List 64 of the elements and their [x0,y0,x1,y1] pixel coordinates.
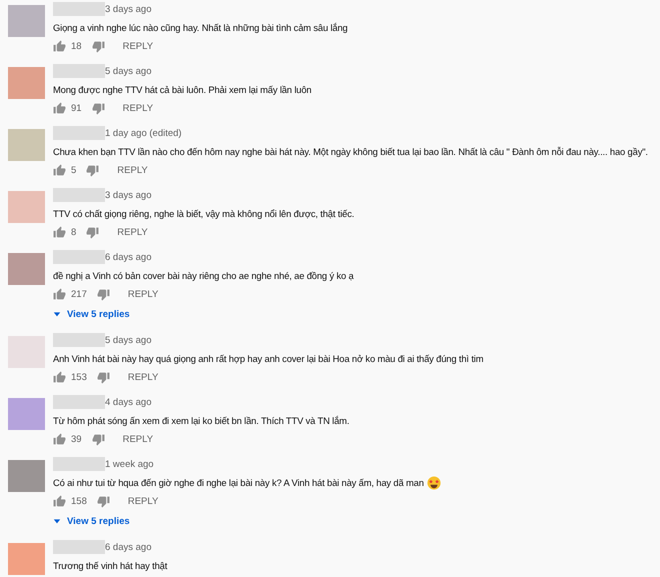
thumbs-down-icon[interactable] [92,102,105,114]
comment-text: Trương thế vinh hát hay thật [53,559,168,573]
comment-time[interactable]: 1 week ago [105,458,154,470]
thumbs-down-icon[interactable] [96,370,110,384]
reply-button[interactable]: REPLY [118,432,158,446]
reply-button[interactable]: REPLY [124,370,162,384]
blurred-name [53,126,105,140]
comment-time[interactable]: 6 days ago [105,542,152,552]
blurred-name [53,2,105,16]
reply-button[interactable]: REPLY [124,288,162,300]
comment-text: Chưa khen bạn TTV lần nào cho đến hôm nay nghe bài hát này. Một ngày không biết tua lại bao lần. Nhất là câu " Đành ôm nỗi đau này.... hao gầy". [53,145,648,159]
star-eyes-emoji-icon [426,476,441,490]
comment-time[interactable]: 3 days ago [105,190,152,200]
thumbs-up-icon[interactable] [53,40,66,52]
comment-time[interactable]: 4 days ago [105,396,152,408]
thumbs-up-icon[interactable] [53,432,66,446]
reply-button[interactable]: REPLY [113,226,152,238]
thumbs-down-icon[interactable] [86,164,100,176]
view-replies-button[interactable]: View 5 replies [53,514,441,528]
comment-text: Anh Vinh hát bài này hay quá giọng anh rất hợp hay anh cover lại bài Hoa nở ko màu đi ai thấy đúng thì tim [53,352,484,366]
thumbs-down-icon[interactable] [96,494,110,508]
blurred-name [53,540,105,554]
like-count: 217 [71,288,87,300]
reply-button[interactable]: REPLY [124,494,162,508]
comment-text: Giọng a vinh nghe lúc nào cũng hay. Nhất là những bài tình cảm sâu lắng [53,21,348,35]
reply-button[interactable]: REPLY [118,102,158,114]
comment-text: Mong được nghe TTV hát cả bài luôn. Phải xem lại mấy lần luôn [53,83,312,97]
comment-time[interactable]: 5 days ago [105,334,152,346]
thumbs-up-icon[interactable] [53,164,66,176]
like-count: 91 [71,102,82,114]
comment-time[interactable]: 6 days ago [105,252,152,262]
comment-time[interactable]: 3 days ago [105,4,152,14]
like-count: 5 [71,164,76,176]
blurred-name [53,333,105,347]
thumbs-down-icon[interactable] [92,432,105,446]
comment-text: Có ai như tui từ hqua đến giờ nghe đi nghe lại bài này k? A Vinh hát bài này ấm, hay dã man [53,476,424,490]
thumbs-up-icon[interactable] [53,288,66,300]
blurred-name [53,188,105,202]
blurred-name [53,64,105,78]
thumbs-up-icon[interactable] [53,102,66,114]
caret-icon [53,517,61,525]
blurred-name [53,457,105,471]
comment-time[interactable]: 5 days ago [105,66,152,76]
like-count: 18 [71,40,82,52]
view-replies-button[interactable]: View 5 replies [53,307,354,321]
like-count: 39 [71,434,82,444]
comment-text: TTV có chất giọng riêng, nghe là biết, vậy mà không nổi lên được, thật tiếc. [53,207,354,221]
thumbs-up-icon[interactable] [53,226,66,238]
thumbs-up-icon[interactable] [53,370,66,384]
comment-text: đề nghị a Vinh có bản cover bài này riêng cho ae nghe nhé, ae đồng ý ko ạ [53,269,354,283]
thumbs-down-icon[interactable] [86,226,100,238]
like-count: 158 [71,496,87,506]
blurred-name [53,250,105,264]
comment-time[interactable]: 1 day ago (edited) [105,128,182,138]
thumbs-down-icon[interactable] [96,288,110,300]
comment-text: Từ hôm phát sóng ấn xem đi xem lại ko biết bn lần. Thích TTV và TN lắm. [53,414,350,428]
caret-icon [53,310,61,318]
like-count: 8 [71,226,76,238]
blurred-name [53,395,105,409]
reply-button[interactable]: REPLY [113,164,152,176]
reply-button[interactable]: REPLY [118,40,158,52]
like-count: 153 [71,372,87,382]
thumbs-up-icon[interactable] [53,494,66,508]
thumbs-down-icon[interactable] [92,40,105,52]
